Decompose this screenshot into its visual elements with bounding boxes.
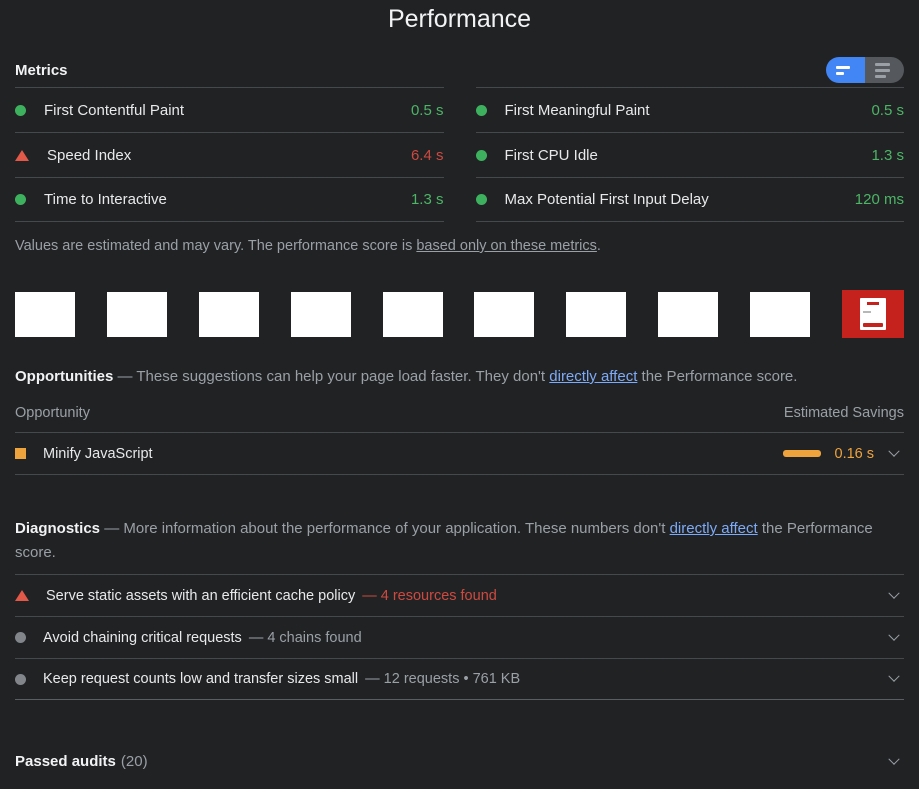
opportunities-table-header: Opportunity Estimated Savings <box>15 405 904 433</box>
column-estimated-savings: Estimated Savings <box>784 405 904 421</box>
pass-icon <box>476 194 487 205</box>
diagnostics-desc-text: — More information about the performance… <box>100 520 670 537</box>
metric-first-meaningful-paint: First Meaningful Paint 0.5 s <box>476 87 905 132</box>
mini-login-card <box>860 298 886 330</box>
passed-audits-header[interactable]: Passed audits (20) <box>15 753 904 770</box>
list-view-icon[interactable] <box>865 57 904 83</box>
filmstrip-frame <box>566 292 626 337</box>
chevron-down-icon[interactable] <box>888 445 899 456</box>
diagnostics-list: Serve static assets with an efficient ca… <box>15 574 904 700</box>
filmstrip-frame <box>474 292 534 337</box>
filmstrip-frame <box>291 292 351 337</box>
chevron-down-icon[interactable] <box>888 671 899 682</box>
metrics-view-toggle[interactable] <box>826 57 904 83</box>
filmstrip <box>15 290 904 338</box>
metrics-grid: First Contentful Paint 0.5 s Speed Index… <box>15 87 904 222</box>
info-icon <box>15 632 26 643</box>
passed-audits-title: Passed audits <box>15 753 116 770</box>
diagnostic-row-cache-policy[interactable]: Serve static assets with an efficient ca… <box>15 574 904 616</box>
metric-label: Time to Interactive <box>44 191 167 208</box>
pass-icon <box>15 194 26 205</box>
chevron-down-icon[interactable] <box>888 587 899 598</box>
info-icon <box>15 674 26 685</box>
average-icon <box>15 448 26 459</box>
diagnostics-description: Diagnostics — More information about the… <box>15 517 904 565</box>
metric-value: 0.5 s <box>411 102 444 119</box>
filmstrip-final-frame <box>842 290 904 338</box>
metric-max-potential-fid: Max Potential First Input Delay 120 ms <box>476 177 905 222</box>
metric-value: 120 ms <box>855 191 904 208</box>
directly-affect-link[interactable]: directly affect <box>549 368 637 385</box>
opportunities-desc-text: — These suggestions can help your page l… <box>113 368 549 385</box>
filmstrip-frame <box>107 292 167 337</box>
disclaimer-text: Values are estimated and may vary. The p… <box>15 238 416 254</box>
diagnostic-label: Keep request counts low and transfer siz… <box>43 671 358 687</box>
metric-value: 1.3 s <box>871 147 904 164</box>
opportunity-label: Minify JavaScript <box>43 446 153 462</box>
disclaimer-period: . <box>597 238 601 254</box>
metrics-title: Metrics <box>15 62 68 79</box>
metric-speed-index: Speed Index 6.4 s <box>15 132 444 177</box>
passed-audits-count: (20) <box>121 753 148 770</box>
filmstrip-frame <box>658 292 718 337</box>
metrics-docs-link[interactable]: based only on these metrics <box>416 238 597 254</box>
pass-icon <box>15 105 26 116</box>
diagnostic-label: Serve static assets with an efficient ca… <box>46 588 355 604</box>
savings-bar <box>783 450 821 457</box>
metric-label: Max Potential First Input Delay <box>505 191 709 208</box>
filmstrip-frame <box>15 292 75 337</box>
diagnostic-label: Avoid chaining critical requests <box>43 630 242 646</box>
diagnostic-detail: — 4 chains found <box>249 630 362 646</box>
fail-icon <box>15 150 29 161</box>
chevron-down-icon[interactable] <box>888 753 899 764</box>
metrics-section-header: Metrics <box>15 57 904 83</box>
opportunities-title: Opportunities <box>15 368 113 385</box>
metric-label: First Meaningful Paint <box>505 102 650 119</box>
diagnostic-detail: — 4 resources found <box>362 588 497 604</box>
metric-label: First CPU Idle <box>505 147 598 164</box>
metrics-disclaimer: Values are estimated and may vary. The p… <box>15 238 904 254</box>
condensed-view-icon[interactable] <box>826 57 865 83</box>
metric-value: 0.5 s <box>871 102 904 119</box>
diagnostic-row-critical-requests[interactable]: Avoid chaining critical requests — 4 cha… <box>15 616 904 658</box>
metric-value: 1.3 s <box>411 191 444 208</box>
metric-label: Speed Index <box>47 147 131 164</box>
metric-first-contentful-paint: First Contentful Paint 0.5 s <box>15 87 444 132</box>
directly-affect-link[interactable]: directly affect <box>670 520 758 537</box>
filmstrip-frame <box>199 292 259 337</box>
column-opportunity: Opportunity <box>15 405 90 421</box>
savings-value: 0.16 s <box>835 446 875 462</box>
fail-icon <box>15 590 29 601</box>
opportunities-description: Opportunities — These suggestions can he… <box>15 365 904 389</box>
metric-label: First Contentful Paint <box>44 102 184 119</box>
opportunity-row-minify-javascript[interactable]: Minify JavaScript 0.16 s <box>15 433 904 475</box>
chevron-down-icon[interactable] <box>888 629 899 640</box>
pass-icon <box>476 150 487 161</box>
page-title: Performance <box>15 0 904 34</box>
diagnostic-detail: — 12 requests • 761 KB <box>365 671 520 687</box>
filmstrip-frame <box>750 292 810 337</box>
metric-first-cpu-idle: First CPU Idle 1.3 s <box>476 132 905 177</box>
opportunities-desc-suffix: the Performance score. <box>637 368 797 385</box>
diagnostics-title: Diagnostics <box>15 520 100 537</box>
metric-value: 6.4 s <box>411 147 444 164</box>
filmstrip-frame <box>383 292 443 337</box>
metric-time-to-interactive: Time to Interactive 1.3 s <box>15 177 444 222</box>
diagnostic-row-request-counts[interactable]: Keep request counts low and transfer siz… <box>15 658 904 700</box>
pass-icon <box>476 105 487 116</box>
